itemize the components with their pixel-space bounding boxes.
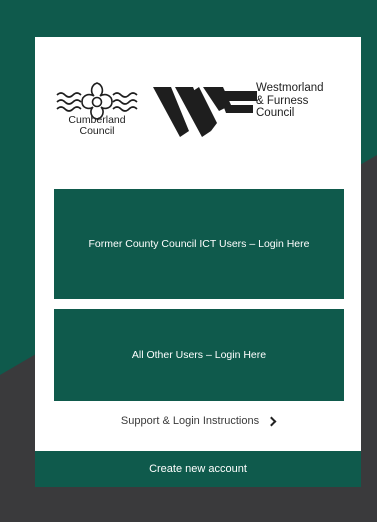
support-login-instructions-link[interactable]: Support & Login Instructions	[35, 415, 361, 427]
flower-wave-icon	[56, 82, 138, 120]
cumberland-council-name: Cumberland Council	[51, 115, 143, 137]
westmorland-line3: Council	[256, 107, 295, 119]
cumberland-line2: Council	[79, 125, 115, 137]
create-account-label: Create new account	[149, 463, 247, 475]
chevron-right-icon	[266, 416, 277, 427]
council-logos: Cumberland Council Westmorland & Furness…	[35, 37, 361, 177]
ict-users-login-button[interactable]: Former County Council ICT Users – Login …	[54, 189, 344, 299]
login-card: Cumberland Council Westmorland & Furness…	[35, 37, 361, 487]
westmorland-furness-council-name: Westmorland & Furness Council	[256, 82, 356, 120]
westmorland-line1: Westmorland	[256, 82, 324, 94]
westmorland-line2: & Furness	[256, 94, 309, 107]
wf-chevron-logo-icon	[153, 87, 257, 137]
support-link-label: Support & Login Instructions	[120, 415, 260, 427]
create-account-button[interactable]: Create new account	[35, 451, 361, 487]
other-users-login-button[interactable]: All Other Users – Login Here	[54, 309, 344, 401]
